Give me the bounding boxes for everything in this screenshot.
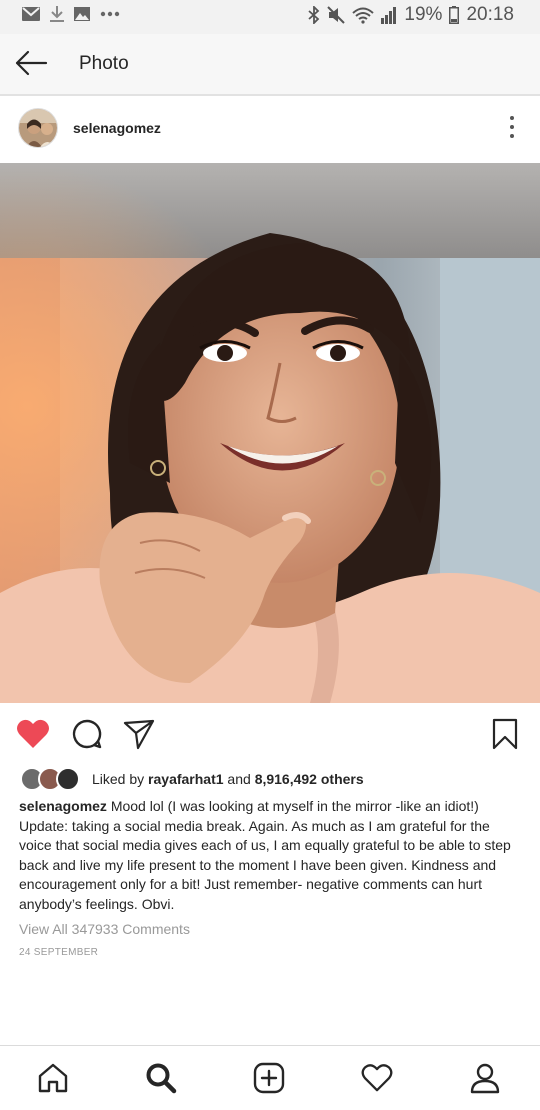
post-photo[interactable]	[0, 163, 540, 703]
likes-prefix: Liked by	[92, 771, 149, 787]
nav-home[interactable]	[35, 1060, 71, 1096]
heart-filled-icon	[17, 719, 49, 748]
bluetooth-icon	[308, 6, 320, 24]
post-date: 24 SEPTEMBER	[19, 947, 99, 958]
bookmark-icon	[492, 718, 518, 750]
search-icon	[146, 1063, 177, 1094]
view-comments-link[interactable]: View All 347933 Comments	[19, 921, 190, 937]
nav-search[interactable]	[143, 1060, 179, 1096]
caption-username[interactable]: selenagomez	[19, 798, 107, 814]
status-bar: 19% 20:18	[0, 0, 540, 34]
share-button[interactable]	[123, 718, 155, 755]
caption-text: Mood lol (I was looking at myself in the…	[19, 798, 511, 912]
like-button[interactable]	[16, 718, 50, 755]
image-icon	[74, 7, 90, 21]
back-button[interactable]	[14, 48, 50, 80]
back-arrow-icon	[15, 50, 48, 76]
activity-heart-icon	[361, 1064, 393, 1092]
send-icon	[123, 719, 155, 750]
post-header: selenagomez	[0, 98, 540, 162]
nav-profile[interactable]	[467, 1060, 503, 1096]
battery-percent: 19%	[404, 4, 443, 25]
home-icon	[38, 1063, 68, 1093]
save-button[interactable]	[492, 718, 518, 755]
more-options-button[interactable]	[506, 116, 518, 142]
post-actions	[0, 710, 540, 758]
likes-count[interactable]: 8,916,492 others	[255, 771, 364, 787]
download-icon	[50, 6, 64, 22]
liker-avatars	[20, 767, 84, 791]
avatar[interactable]	[18, 108, 58, 148]
more-vertical-icon	[510, 116, 514, 120]
mail-icon	[22, 7, 40, 21]
post-caption: selenagomez Mood lol (I was looking at m…	[19, 797, 524, 915]
comment-icon	[72, 719, 102, 749]
likes-and: and	[223, 771, 255, 787]
new-post-icon	[253, 1062, 285, 1094]
liker-avatar	[56, 767, 80, 791]
more-dots-icon	[100, 11, 120, 17]
signal-icon	[381, 6, 397, 24]
likes-text[interactable]: Liked by rayafarhat1 and 8,916,492 other…	[92, 771, 364, 787]
bottom-nav	[0, 1045, 540, 1110]
post-username[interactable]: selenagomez	[73, 120, 161, 136]
comment-button[interactable]	[71, 718, 103, 755]
wifi-icon	[352, 6, 375, 24]
nav-activity[interactable]	[359, 1060, 395, 1096]
battery-icon	[449, 6, 460, 24]
profile-icon	[470, 1063, 500, 1094]
clock: 20:18	[466, 4, 514, 25]
liker-username[interactable]: rayafarhat1	[148, 771, 224, 787]
page-title: Photo	[79, 53, 129, 74]
mute-icon	[327, 6, 346, 24]
nav-new-post[interactable]	[251, 1060, 287, 1096]
app-header: Photo	[0, 34, 540, 96]
likes-row[interactable]: Liked by rayafarhat1 and 8,916,492 other…	[20, 766, 364, 792]
